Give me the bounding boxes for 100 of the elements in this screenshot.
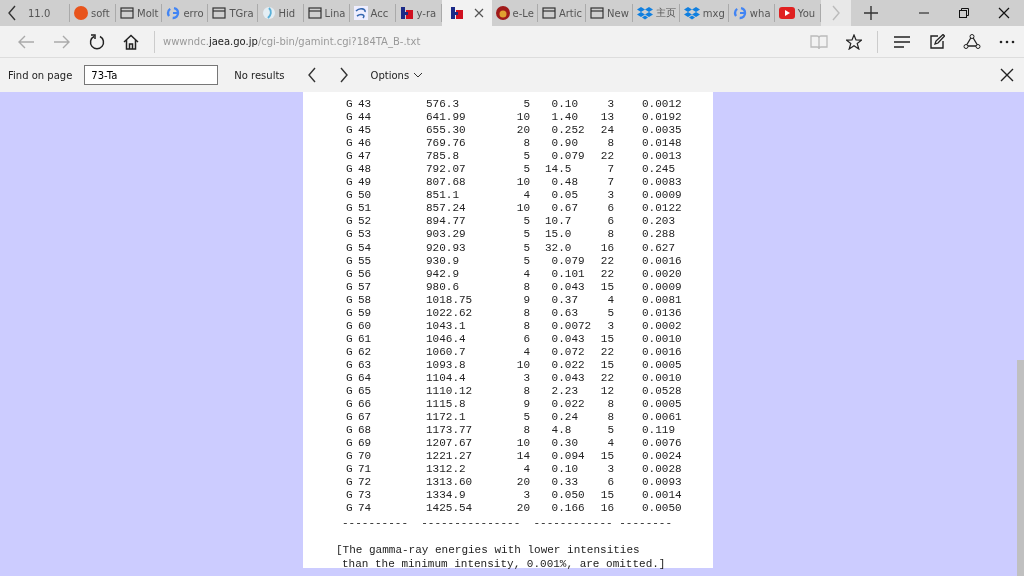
table-cell-text: 1172.1	[426, 411, 467, 425]
browser-tab[interactable]: 主页	[632, 4, 680, 22]
table-cell-text: 4	[606, 437, 614, 451]
table-cell-text: 1334.9	[426, 489, 467, 503]
browser-tab[interactable]: e-Le	[491, 4, 538, 22]
table-cell-text: 5	[606, 306, 614, 320]
table-cell-text: 65	[358, 385, 373, 399]
close-icon	[998, 7, 1010, 19]
table-cell-text: G	[346, 437, 354, 451]
table-cell-text: 0.0072	[550, 319, 592, 332]
browser-tab[interactable]: New	[586, 4, 633, 22]
table-cell-text: G	[346, 280, 354, 294]
table-cell-text: 0.022	[550, 358, 585, 371]
table-cell-text: 6	[606, 476, 614, 490]
g-logo-icon	[166, 6, 181, 20]
options-button[interactable]: Options	[370, 69, 424, 81]
chevron-left-icon	[7, 5, 17, 21]
table-cell-text: 807.68	[426, 176, 467, 190]
table-cell-text: 59	[358, 306, 373, 320]
table-cell-text: G	[346, 398, 354, 412]
table-cell-text: 894.77	[426, 215, 467, 229]
table-cell-text: G	[346, 424, 354, 438]
more-icon[interactable]	[999, 39, 1015, 44]
table-cell-text: G	[346, 202, 354, 216]
browser-tab[interactable]: soft	[70, 4, 116, 22]
table-cell: 22	[599, 345, 614, 359]
table-cell: 22	[599, 267, 614, 281]
table-cell-text: G	[346, 111, 354, 125]
browser-tab[interactable]: erro	[162, 4, 209, 22]
share-icon[interactable]	[963, 33, 981, 50]
browser-tab[interactable]: TGra	[208, 4, 258, 22]
note-icon[interactable]	[929, 33, 945, 50]
table-cell-text: 73	[358, 489, 373, 503]
table-cell-text: 0.0028	[641, 463, 683, 477]
table-cell-text: 0.252	[550, 124, 585, 137]
browser-tab[interactable]: 11.0	[24, 4, 70, 22]
dropbox-icon	[683, 6, 700, 20]
table-cell-text: 71	[358, 463, 373, 477]
table-cell-text: 68	[358, 424, 373, 438]
hub-icon[interactable]	[893, 34, 911, 49]
table-cell-text: 7	[606, 163, 614, 177]
table-cell-text: 4	[522, 267, 530, 281]
next-icon[interactable]	[338, 67, 349, 83]
window-icon	[541, 7, 556, 19]
table-cell-text: 8	[606, 398, 614, 412]
table-cell-text: G	[346, 358, 354, 372]
table-cell-text: 8	[606, 228, 614, 242]
browser-tab[interactable]: You	[774, 4, 821, 22]
find-field[interactable]: 73-Ta	[84, 65, 219, 85]
table-cell-text: 0.63	[550, 306, 578, 319]
table-cell-text: 63	[358, 358, 373, 372]
scroll-thumb[interactable]	[1017, 360, 1024, 576]
refresh-icon[interactable]	[89, 33, 105, 50]
table-cell-text: 0.079	[550, 254, 585, 267]
tab-title: Molt	[137, 7, 159, 19]
table-cell-text: 43	[358, 98, 373, 112]
table-cell-text: 0.0016	[641, 345, 683, 359]
table-cell-text: 0.0192	[641, 111, 683, 125]
g-logo-icon	[732, 6, 747, 20]
table-cell-text: 72	[358, 476, 373, 490]
table-cell-text: 0.24	[550, 411, 578, 424]
table-cell-text: 903.29	[426, 228, 467, 242]
table-cell-text: 942.9	[426, 267, 460, 281]
table-cell-text: G	[346, 319, 354, 333]
browser-tab[interactable]: Hid	[257, 4, 304, 22]
close-icon[interactable]	[473, 8, 484, 18]
browser-tab[interactable]: y-ra	[395, 4, 442, 22]
home-icon[interactable]	[123, 33, 139, 50]
browser-tab[interactable]: Molt	[116, 4, 163, 22]
browser-tab[interactable]: mxg	[679, 4, 729, 22]
star-icon[interactable]	[846, 33, 862, 50]
table-cell-text: 0.101	[550, 267, 585, 280]
table-cell-text: 0.10	[550, 98, 578, 110]
table-cell-text: 5	[522, 150, 530, 164]
table-cell-text: 0.90	[550, 137, 578, 150]
browser-tab[interactable]: Lina	[303, 4, 350, 22]
close-icon[interactable]	[1000, 68, 1014, 82]
table-cell-text: G	[346, 476, 354, 490]
previous-icon[interactable]	[306, 67, 317, 83]
table-cell-text: 6	[522, 332, 530, 346]
table-cell-text: 4.8	[550, 424, 572, 437]
chevron-right-icon	[830, 5, 841, 21]
table-cell-text: 0.043	[550, 332, 585, 345]
table-cell-text: 0.288	[641, 228, 676, 242]
browser-tab[interactable]: Artic	[537, 4, 587, 22]
table-cell-text: 0.072	[550, 345, 585, 358]
browser-tab[interactable]: Acc	[349, 4, 396, 22]
table-cell-text: 3	[606, 319, 614, 333]
table-cell-text: G	[346, 98, 354, 112]
table-cell-text: 20	[515, 124, 530, 138]
table-cell-text: 0.079	[550, 150, 585, 163]
tab-title: mxg	[702, 7, 725, 19]
table-cell-text: G	[346, 502, 354, 516]
table-cell-text: 56	[358, 267, 373, 281]
table-cell-text: 0.119	[641, 424, 676, 438]
tab-title: New	[607, 7, 629, 19]
browser-tab[interactable]: wha	[728, 4, 775, 22]
browser-tab[interactable]	[441, 0, 492, 26]
swirl-logo-icon	[353, 6, 368, 20]
circle-logo-icon	[261, 6, 276, 20]
